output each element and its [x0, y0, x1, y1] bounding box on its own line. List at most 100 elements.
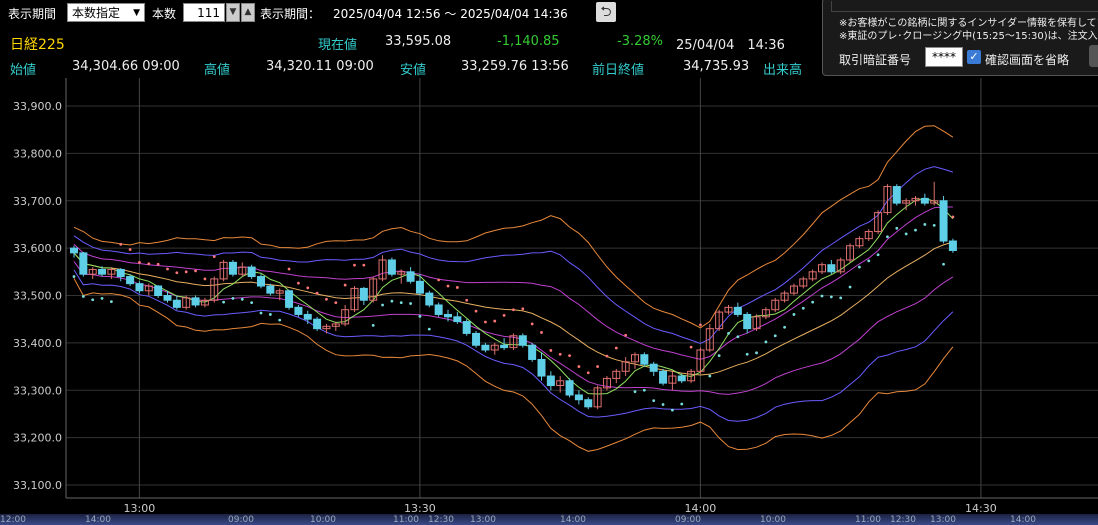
- candlestick-chart[interactable]: 33,900.0 33,800.0 33,700.0 33,600.0 33,500.0…: [0, 78, 1098, 514]
- refresh-icon[interactable]: ⮌: [596, 2, 616, 22]
- sar-dot: [642, 388, 646, 392]
- y-tick-label: 33,400.0: [13, 337, 62, 350]
- candle-body: [163, 295, 172, 301]
- chevron-down-icon: ▼: [133, 8, 140, 18]
- candle-body: [472, 332, 481, 346]
- sar-dot: [484, 320, 487, 324]
- current-label: 現在値: [318, 38, 358, 53]
- time-scroller[interactable]: 12:00 14:00 09:00 10:00 11:00 12:30 13:00 14:00…: [0, 514, 1098, 525]
- scroller-time-label: 13:00: [930, 515, 956, 525]
- sar-dot: [586, 371, 590, 375]
- sar-dot: [110, 300, 113, 304]
- candle-body: [640, 354, 649, 365]
- order-button[interactable]: [1089, 45, 1098, 67]
- sar-dot: [530, 322, 534, 326]
- count-increment-button[interactable]: ▲: [241, 3, 255, 22]
- y-tick-label: 33,500.0: [13, 290, 62, 303]
- sar-dot: [577, 365, 581, 368]
- candle-body: [537, 358, 546, 377]
- instrument-name: 日経225: [10, 37, 65, 53]
- sar-dot: [325, 297, 328, 301]
- candle-body: [425, 292, 434, 306]
- candle-body: [172, 299, 181, 308]
- candle-body: [70, 247, 78, 254]
- low-label: 安値: [400, 63, 427, 78]
- period-label: 表示期間: [8, 7, 57, 21]
- sar-dot: [502, 313, 506, 317]
- candle-body: [546, 375, 555, 387]
- sar-dot: [671, 408, 674, 412]
- sar-dot: [343, 283, 347, 287]
- scroller-time-label: 13:00: [470, 515, 496, 525]
- scroller-time-label: 11:00: [393, 515, 419, 525]
- sar-dot: [166, 267, 169, 271]
- password-input[interactable]: ****: [925, 47, 963, 67]
- sar-dot: [418, 314, 422, 318]
- candle-body: [565, 380, 574, 396]
- range-label: 表示期間：: [260, 7, 321, 21]
- scroller-time-label: 14:00: [85, 515, 111, 525]
- sar-dot: [633, 390, 637, 394]
- current-value: 33,595.08: [385, 34, 452, 49]
- sar-dot: [203, 277, 207, 281]
- sar-dot: [399, 301, 403, 305]
- scroller-time-label: 10:00: [310, 515, 336, 525]
- candle-body: [481, 344, 490, 351]
- sar-dot: [699, 323, 702, 327]
- sar-dot: [175, 271, 179, 275]
- scroller-time-label: 14:00: [1010, 515, 1036, 525]
- sar-dot: [222, 300, 226, 304]
- candle-body: [518, 335, 527, 346]
- bollinger-band-line: [73, 166, 954, 345]
- skip-confirm-checkbox[interactable]: ✓: [967, 50, 981, 64]
- candle-body: [257, 276, 265, 287]
- sar-dot: [297, 281, 300, 285]
- x-tick-label: 14:30: [965, 502, 997, 514]
- sar-dot: [91, 298, 95, 302]
- ohlc-row: 始値 34,304.66 09:00 高値 34,320.11 09:00 安値…: [0, 56, 820, 80]
- sar-dot: [390, 299, 394, 303]
- candle-body: [98, 268, 107, 275]
- preclosing-note: ※東証のプレ･クロージング中(15:25～15:30)は、注文入力およ: [839, 31, 1098, 42]
- sar-dot: [755, 351, 758, 355]
- sar-dot: [306, 286, 310, 290]
- sar-dot: [184, 270, 188, 274]
- sar-dot: [839, 296, 843, 300]
- sar-dot: [194, 269, 197, 273]
- change-value: -1,140.85: [497, 34, 560, 49]
- sar-dot: [876, 253, 880, 257]
- candle-body: [444, 313, 452, 318]
- count-decrement-button[interactable]: ▼: [226, 3, 240, 22]
- scroller-time-label: 14:00: [560, 515, 586, 525]
- count-mode-select[interactable]: 本数指定 ▼: [67, 3, 145, 22]
- sar-dot: [465, 298, 469, 302]
- open-label: 始値: [10, 63, 37, 78]
- candle-body: [247, 266, 256, 278]
- sar-dot: [895, 226, 899, 230]
- count-input[interactable]: 111: [183, 3, 225, 22]
- sar-dot: [81, 295, 85, 298]
- sar-dot: [811, 300, 815, 304]
- order-panel: ※お客様がこの銘柄に関するインサイダー情報を保有していないこと ※東証のプレ･ク…: [822, 0, 1098, 76]
- candle-body: [285, 290, 294, 308]
- high-label: 高値: [204, 63, 231, 78]
- sar-dot: [820, 294, 824, 298]
- sar-dot: [512, 308, 515, 312]
- sar-dot: [540, 331, 543, 334]
- y-tick-label: 33,300.0: [13, 384, 62, 397]
- sar-dot: [792, 313, 796, 316]
- scroller-time-label: 09:00: [228, 515, 254, 525]
- x-tick-label: 14:00: [685, 502, 717, 514]
- candle-body: [574, 394, 583, 401]
- y-tick-label: 33,100.0: [13, 479, 62, 492]
- candle-body: [79, 252, 88, 275]
- sar-dot: [409, 302, 412, 305]
- candle-body: [939, 200, 948, 242]
- candle-body: [303, 313, 312, 320]
- sar-dot: [661, 403, 665, 406]
- sar-dot: [212, 255, 216, 259]
- sar-dot: [362, 263, 366, 267]
- sar-dot: [138, 260, 141, 264]
- sar-dot: [783, 325, 786, 329]
- sar-dot: [371, 323, 375, 327]
